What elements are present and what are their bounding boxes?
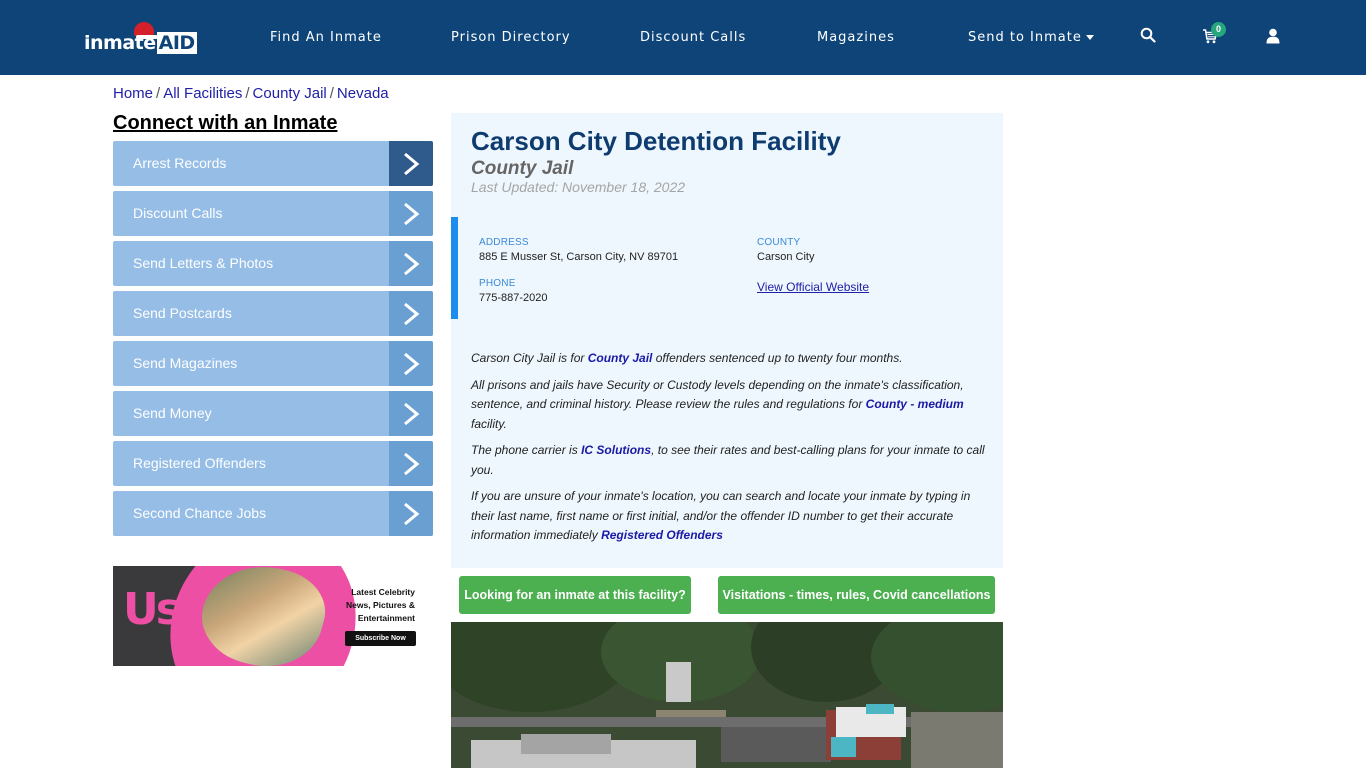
registered-offenders-link[interactable]: Registered Offenders bbox=[601, 528, 723, 542]
sidebar-item-label: Send Magazines bbox=[133, 355, 238, 371]
breadcrumb-separator: / bbox=[245, 85, 250, 102]
sidebar-item-label: Send Letters & Photos bbox=[133, 255, 274, 271]
sidebar-title: Connect with an Inmate bbox=[113, 112, 338, 134]
sidebar-item-label: Second Chance Jobs bbox=[133, 505, 267, 521]
sidebar-item-send-postcards[interactable]: Send Postcards bbox=[113, 291, 433, 336]
chevron-right-icon bbox=[389, 391, 433, 436]
us-weekly-ad-banner[interactable]: Us Latest Celebrity News, Pictures & Ent… bbox=[113, 566, 433, 666]
inmateaid-logo[interactable]: inmate AID bbox=[84, 22, 197, 58]
description-paragraph: Carson City Jail is for County Jail offe… bbox=[471, 351, 903, 365]
facility-title: Carson City Detention Facility bbox=[471, 126, 841, 156]
nav-magazines[interactable]: Magazines bbox=[817, 30, 895, 45]
ad-brand-logo: Us bbox=[123, 584, 182, 635]
sidebar-item-label: Registered Offenders bbox=[133, 455, 266, 471]
description-paragraph: The phone carrier is IC Solutions, to se… bbox=[471, 443, 985, 477]
phone-value: 775-887-2020 bbox=[479, 292, 548, 304]
sidebar-item-send-money[interactable]: Send Money bbox=[113, 391, 433, 436]
sidebar-item-discount-calls[interactable]: Discount Calls bbox=[113, 191, 433, 236]
nav-discount-calls[interactable]: Discount Calls bbox=[640, 30, 746, 45]
ad-headline: Latest Celebrity News, Pictures & Entert… bbox=[346, 586, 415, 625]
address-value: 885 E Musser St, Carson City, NV 89701 bbox=[479, 251, 679, 263]
facility-type: County Jail bbox=[471, 158, 574, 179]
breadcrumb-home[interactable]: Home bbox=[113, 85, 153, 102]
ad-line: Latest Celebrity bbox=[351, 587, 415, 597]
sidebar-item-label: Send Postcards bbox=[133, 305, 232, 321]
sidebar-menu: Arrest Records Discount Calls Send Lette… bbox=[113, 141, 433, 541]
county-label: COUNTY bbox=[757, 237, 801, 248]
chevron-right-icon bbox=[389, 141, 433, 186]
description-paragraph: If you are unsure of your inmate's locat… bbox=[471, 489, 971, 542]
logo-text: inmate AID bbox=[84, 32, 197, 54]
description-paragraph: All prisons and jails have Security or C… bbox=[471, 377, 964, 431]
chevron-right-icon bbox=[389, 291, 433, 336]
sidebar-item-send-magazines[interactable]: Send Magazines bbox=[113, 341, 433, 386]
chevron-right-icon bbox=[389, 441, 433, 486]
find-inmate-at-facility-button[interactable]: Looking for an inmate at this facility? bbox=[459, 576, 691, 614]
sidebar-item-label: Arrest Records bbox=[133, 155, 227, 171]
facility-info-block: ADDRESS 885 E Musser St, Carson City, NV… bbox=[451, 217, 1003, 319]
sidebar-item-send-letters-photos[interactable]: Send Letters & Photos bbox=[113, 241, 433, 286]
sidebar-item-registered-offenders[interactable]: Registered Offenders bbox=[113, 441, 433, 486]
county-jail-link[interactable]: County Jail bbox=[588, 351, 653, 365]
chevron-right-icon bbox=[389, 191, 433, 236]
search-icon[interactable] bbox=[1140, 27, 1158, 45]
top-navigation-bar: inmate AID Find An Inmate Prison Director… bbox=[0, 0, 1366, 75]
cart-count-badge: 0 bbox=[1211, 22, 1226, 37]
breadcrumb: Home / All Facilities / County Jail / Nevada bbox=[113, 85, 389, 102]
sidebar-item-label: Discount Calls bbox=[133, 205, 223, 221]
facility-aerial-photo bbox=[451, 622, 1003, 768]
sidebar-item-second-chance-jobs[interactable]: Second Chance Jobs bbox=[113, 491, 433, 536]
ic-solutions-link[interactable]: IC Solutions bbox=[581, 443, 651, 457]
breadcrumb-separator: / bbox=[156, 85, 161, 102]
nav-find-an-inmate[interactable]: Find An Inmate bbox=[270, 30, 382, 45]
chevron-right-icon bbox=[389, 241, 433, 286]
county-value: Carson City bbox=[757, 251, 815, 263]
breadcrumb-nevada[interactable]: Nevada bbox=[337, 85, 389, 102]
breadcrumb-county-jail[interactable]: County Jail bbox=[253, 85, 327, 102]
facility-description: Carson City Jail is for County Jail offe… bbox=[471, 349, 991, 553]
official-website-link[interactable]: View Official Website bbox=[757, 280, 869, 294]
chevron-right-icon bbox=[389, 491, 433, 536]
county-medium-link[interactable]: County - medium bbox=[866, 397, 964, 411]
breadcrumb-all-facilities[interactable]: All Facilities bbox=[163, 85, 242, 102]
user-icon[interactable] bbox=[1266, 28, 1284, 46]
phone-label: PHONE bbox=[479, 278, 516, 289]
ad-line: News, Pictures & bbox=[346, 600, 415, 610]
nav-send-to-inmate[interactable]: Send to Inmate bbox=[968, 30, 1094, 45]
nav-prison-directory[interactable]: Prison Directory bbox=[451, 30, 571, 45]
last-updated: Last Updated: November 18, 2022 bbox=[471, 179, 686, 195]
ad-subscribe-button[interactable]: Subscribe Now bbox=[345, 631, 416, 646]
caret-down-icon bbox=[1085, 35, 1094, 40]
chevron-right-icon bbox=[389, 341, 433, 386]
nav-send-to-inmate-label: Send to Inmate bbox=[968, 30, 1082, 45]
ad-line: Entertainment bbox=[357, 613, 415, 623]
visitations-button[interactable]: Visitations - times, rules, Covid cancel… bbox=[718, 576, 995, 614]
sidebar-item-arrest-records[interactable]: Arrest Records bbox=[113, 141, 433, 186]
address-label: ADDRESS bbox=[479, 237, 529, 248]
sidebar-item-label: Send Money bbox=[133, 405, 212, 421]
breadcrumb-separator: / bbox=[329, 85, 334, 102]
facility-card: Carson City Detention Facility County Ja… bbox=[451, 113, 1003, 568]
